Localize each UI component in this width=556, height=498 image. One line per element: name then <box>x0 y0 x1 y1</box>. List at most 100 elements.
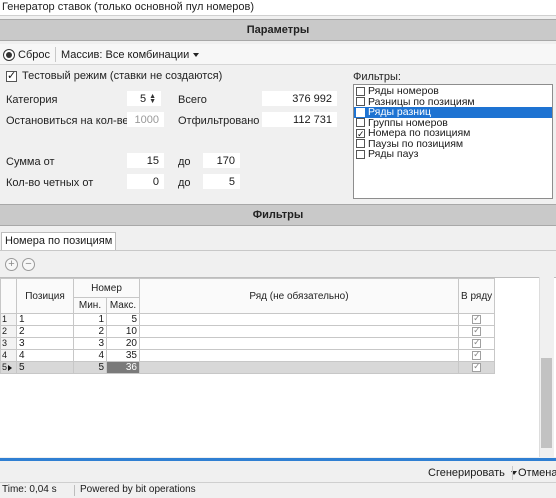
row-header-text: 3 <box>2 338 8 349</box>
filtered-value: 112 731 <box>262 112 337 127</box>
cell-min-text: 5 <box>98 362 104 373</box>
reset-button[interactable]: Сброс <box>3 47 50 63</box>
filters-list[interactable]: Ряды номеров Разницы по позициям Ряды разн… <box>353 84 553 199</box>
chevron-down-icon <box>193 53 200 58</box>
cell-max[interactable]: 5 <box>106 313 140 326</box>
category-input[interactable]: 5 ▲ ▼ <box>127 91 161 106</box>
row-header[interactable]: 3 <box>0 337 17 350</box>
cell-min-text: 4 <box>98 350 104 361</box>
massiv-dropdown[interactable]: Массив: Все комбинации <box>61 47 200 63</box>
cell-position[interactable]: 2 <box>16 325 74 338</box>
filter-item[interactable]: Ряды пауз <box>354 149 552 160</box>
col-max-header[interactable]: Макс. <box>106 297 140 314</box>
params-section-header: Параметры <box>0 19 556 41</box>
cell-row[interactable] <box>139 325 459 338</box>
cell-max[interactable]: 35 <box>106 349 140 362</box>
inrow-checkbox[interactable] <box>472 339 482 348</box>
cell-position[interactable]: 4 <box>16 349 74 362</box>
filter-item[interactable]: Номера по позициям <box>354 127 552 141</box>
cell-row[interactable] <box>139 361 459 374</box>
add-icon[interactable]: + <box>5 258 18 271</box>
cell-max[interactable]: 36 <box>106 361 140 374</box>
status-bar: Time: 0,04 s Powered by bit operations <box>0 483 556 498</box>
cell-position[interactable]: 3 <box>16 337 74 350</box>
remove-icon[interactable]: − <box>22 258 35 271</box>
filters-label: Фильтры: <box>353 71 401 83</box>
filter-checkbox[interactable] <box>356 127 365 141</box>
cell-min[interactable]: 4 <box>73 349 107 362</box>
inrow-checkbox[interactable] <box>472 327 482 336</box>
stop-label: Остановиться на кол-ве <box>6 115 129 127</box>
cell-position[interactable]: 1 <box>16 313 74 326</box>
even-to-input[interactable]: 5 <box>203 174 240 189</box>
row-header[interactable]: 1 <box>0 313 17 326</box>
toolbar-separator <box>55 47 56 62</box>
inrow-checkbox[interactable] <box>472 351 482 360</box>
filter-tabs: Номера по позициям <box>0 229 556 251</box>
filter-item[interactable]: Ряды номеров <box>354 86 552 97</box>
cell-inrow[interactable] <box>457 337 496 350</box>
table-row[interactable]: 4 4 4 35 <box>0 349 540 362</box>
cell-min[interactable]: 1 <box>73 313 107 326</box>
cell-position-text: 1 <box>19 314 25 325</box>
cell-position-text: 2 <box>19 326 25 337</box>
filter-item[interactable]: Ряды разниц <box>354 107 552 118</box>
cell-row[interactable] <box>139 337 459 350</box>
category-label: Категория <box>6 94 58 106</box>
row-header-text: 1 <box>2 314 8 325</box>
table-row[interactable]: 2 2 2 10 <box>0 325 540 338</box>
cell-empty <box>494 361 540 374</box>
total-value: 376 992 <box>262 91 337 106</box>
table-row[interactable]: 5 5 5 36 <box>0 361 540 374</box>
filter-checkbox[interactable] <box>356 86 365 96</box>
col-position-header[interactable]: Позиция <box>16 278 74 314</box>
stop-input[interactable]: 1000 <box>127 112 164 127</box>
filter-checkbox[interactable] <box>356 139 365 149</box>
row-header[interactable]: 5 <box>0 361 17 374</box>
inrow-checkbox[interactable] <box>472 315 482 324</box>
sum-to-input[interactable]: 170 <box>203 153 240 168</box>
test-mode-checkbox[interactable]: Тестовый режим (ставки не создаются) <box>6 69 222 83</box>
cell-inrow[interactable] <box>457 349 496 362</box>
row-header[interactable]: 2 <box>0 325 17 338</box>
even-from-input[interactable]: 0 <box>127 174 164 189</box>
row-header[interactable]: 4 <box>0 349 17 362</box>
cell-max[interactable]: 20 <box>106 337 140 350</box>
cell-min[interactable]: 2 <box>73 325 107 338</box>
sum-to-label: до <box>178 156 191 168</box>
filter-item-label: Номера по позициям <box>368 127 471 140</box>
grid-scrollbar-thumb[interactable] <box>541 358 552 448</box>
cell-min[interactable]: 5 <box>73 361 107 374</box>
cancel-button[interactable]: Отмена <box>518 465 556 481</box>
cell-empty <box>494 337 540 350</box>
sum-from-input[interactable]: 15 <box>127 153 164 168</box>
filter-checkbox[interactable] <box>356 149 365 159</box>
col-min-header[interactable]: Мин. <box>73 297 107 314</box>
generate-button[interactable]: Сгенерировать <box>428 465 517 481</box>
cell-min[interactable]: 3 <box>73 337 107 350</box>
cell-row[interactable] <box>139 313 459 326</box>
cell-inrow[interactable] <box>457 361 496 374</box>
col-row-header[interactable]: Ряд (не обязательно) <box>139 278 459 314</box>
status-powered: Powered by bit operations <box>80 484 196 495</box>
cell-max[interactable]: 10 <box>106 325 140 338</box>
col-inrow-header[interactable]: В ряду <box>457 278 496 314</box>
filter-item-label: Ряды пауз <box>368 148 419 161</box>
total-label: Всего <box>178 94 207 106</box>
reset-label: Сброс <box>18 49 50 61</box>
cell-inrow[interactable] <box>457 325 496 338</box>
inrow-checkbox[interactable] <box>472 363 482 372</box>
spinner-icon[interactable]: ▲ ▼ <box>149 93 156 105</box>
table-row[interactable]: 1115 <box>0 313 540 326</box>
table-row[interactable]: 3 3 3 20 <box>0 337 540 350</box>
col-number-header[interactable]: Номер <box>73 278 140 298</box>
filter-checkbox[interactable] <box>356 107 365 117</box>
cell-position[interactable]: 5 <box>16 361 74 374</box>
filter-checkbox[interactable] <box>356 97 365 107</box>
filter-item-label: Паузы по позициям <box>368 137 464 150</box>
row-header-text: 5 <box>2 362 8 373</box>
tab-numbers-by-position[interactable]: Номера по позициям <box>1 232 117 250</box>
cell-position-text: 5 <box>19 362 25 373</box>
cell-inrow[interactable] <box>457 313 496 326</box>
cell-row[interactable] <box>139 349 459 362</box>
